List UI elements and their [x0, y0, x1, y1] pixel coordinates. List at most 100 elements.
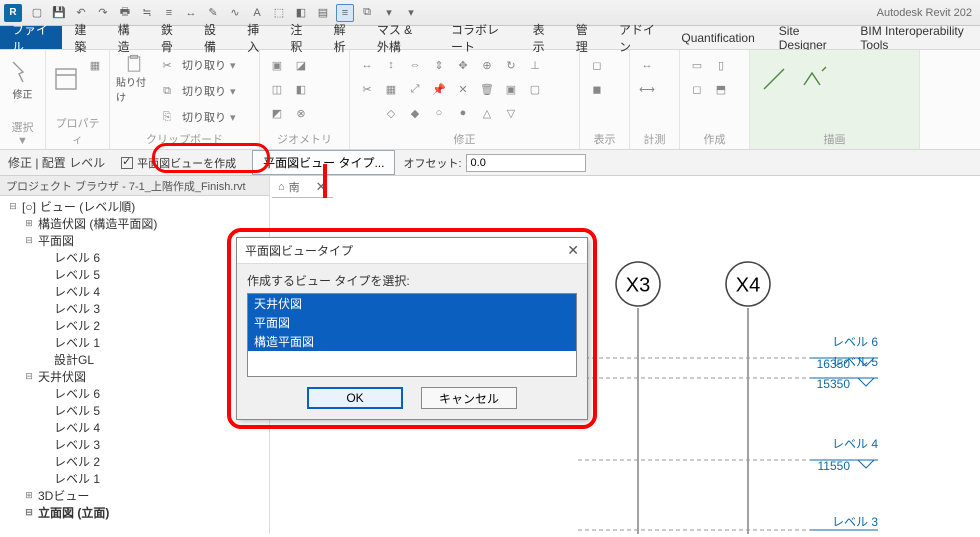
tab-structure[interactable]: 構造 — [106, 26, 149, 49]
qat-print-icon[interactable]: 🖶 — [116, 4, 134, 22]
misc3-icon[interactable]: ○ — [428, 102, 450, 124]
view-tab-label[interactable]: 南 — [289, 179, 300, 195]
dialog-ok-button[interactable]: OK — [307, 387, 403, 409]
create1-icon[interactable]: ▭ — [686, 54, 708, 76]
tab-analyze[interactable]: 解析 — [322, 26, 365, 49]
rotate-icon[interactable]: ↻ — [500, 54, 522, 76]
tab-steel[interactable]: 鉄骨 — [149, 26, 192, 49]
qat-undo-icon[interactable]: ↶ — [72, 4, 90, 22]
tree-ceil-l3[interactable]: レベル 3 — [40, 436, 265, 453]
qat-section-icon[interactable]: ◧ — [292, 4, 310, 22]
copy-tool-icon[interactable]: ⊕ — [476, 54, 498, 76]
align-icon[interactable]: ↔ — [356, 54, 378, 76]
level-4-line[interactable]: レベル 4 11550 — [578, 437, 878, 473]
dialog-close-icon[interactable]: ✕ — [567, 242, 579, 259]
qat-redo-icon[interactable]: ↷ — [94, 4, 112, 22]
qat-3d-icon[interactable]: ⬚ — [270, 4, 288, 22]
tree-ceil-l1[interactable]: レベル 1 — [40, 470, 265, 487]
qat-dim-icon[interactable]: ↔ — [182, 4, 200, 22]
level-5-line[interactable]: レベル 5 15350 — [578, 355, 878, 391]
draw-line-button[interactable] — [756, 54, 792, 104]
tab-quantification[interactable]: Quantification — [669, 26, 766, 49]
match-icon[interactable]: ⎘ — [156, 106, 178, 128]
isolate-icon[interactable]: ◼ — [586, 78, 608, 100]
tab-annotate[interactable]: 注釈 — [278, 26, 321, 49]
qat-save-icon[interactable]: 💾 — [50, 4, 68, 22]
group-icon[interactable]: ▣ — [500, 78, 522, 100]
qat-close-hidden-icon[interactable]: ⧉ — [358, 4, 376, 22]
tab-massing[interactable]: マス & 外構 — [365, 26, 439, 49]
qat-curve-icon[interactable]: ∿ — [226, 4, 244, 22]
level-3-line[interactable]: レベル 3 — [578, 515, 878, 530]
scale-icon[interactable]: ⤢ — [404, 78, 426, 100]
type-props-icon[interactable]: ▦ — [84, 54, 106, 76]
paint-icon[interactable]: ◩ — [266, 102, 288, 124]
array-icon[interactable]: ▦ — [380, 78, 402, 100]
tab-manage[interactable]: 管理 — [564, 26, 607, 49]
mirror-draw-icon[interactable]: ⇕ — [428, 54, 450, 76]
tab-file[interactable]: ファイル — [0, 26, 62, 49]
dialog-cancel-button[interactable]: キャンセル — [421, 387, 517, 409]
tab-sitedesigner[interactable]: Site Designer — [767, 26, 849, 49]
misc1-icon[interactable]: ◇ — [380, 102, 402, 124]
tree-root-views[interactable]: ⊟[○] ビュー (レベル順) — [8, 198, 265, 215]
delete-icon[interactable]: 🗑 — [476, 78, 498, 100]
dialog-item-structural[interactable]: 構造平面図 — [248, 332, 576, 351]
create2-icon[interactable]: ▯ — [710, 54, 732, 76]
tree-3d[interactable]: ⊞3Dビュー — [24, 487, 265, 504]
create4-icon[interactable]: ⬒ — [710, 78, 732, 100]
qat-switch-win-icon[interactable]: ▾ — [380, 4, 398, 22]
misc2-icon[interactable]: ◆ — [404, 102, 426, 124]
tab-systems[interactable]: 設備 — [192, 26, 235, 49]
split-icon[interactable]: ✂ — [356, 78, 378, 100]
hide-icon[interactable]: ◻ — [586, 54, 608, 76]
modify-tool-button[interactable]: 修正 — [6, 54, 39, 104]
demolish-icon[interactable]: ⊗ — [290, 102, 312, 124]
offset-icon[interactable]: ↕ — [380, 54, 402, 76]
properties-button[interactable] — [52, 54, 80, 104]
tab-view[interactable]: 表示 — [521, 26, 564, 49]
qat-plan-icon[interactable]: ▤ — [314, 4, 332, 22]
offset-input[interactable] — [466, 154, 586, 172]
misc5-icon[interactable]: △ — [476, 102, 498, 124]
tab-architecture[interactable]: 建築 — [62, 26, 105, 49]
qat-customize-icon[interactable]: ▾ — [402, 4, 420, 22]
dialog-listbox[interactable]: 天井伏図 平面図 構造平面図 — [247, 293, 577, 377]
cut-icon[interactable]: ✂ — [156, 54, 178, 76]
qat-align-icon[interactable]: ≡ — [160, 4, 178, 22]
tree-ceil-l2[interactable]: レベル 2 — [40, 453, 265, 470]
misc6-icon[interactable]: ▽ — [500, 102, 522, 124]
dim-linear-icon[interactable]: ⟷ — [636, 78, 658, 100]
paste-button[interactable]: 貼り付け — [116, 54, 152, 104]
cut-geom-icon[interactable]: ◪ — [290, 54, 312, 76]
tab-collaborate[interactable]: コラボレート — [439, 26, 521, 49]
copy-icon[interactable]: ⧉ — [156, 80, 178, 102]
checkbox-icon[interactable] — [121, 157, 133, 169]
qat-trim-icon[interactable]: ✎ — [204, 4, 222, 22]
dialog-item-floor[interactable]: 平面図 — [248, 313, 576, 332]
home-icon[interactable]: ⌂ — [278, 181, 285, 193]
ungroup-icon[interactable]: ▢ — [524, 78, 546, 100]
qat-text-icon[interactable]: A — [248, 4, 266, 22]
tree-elevation[interactable]: ⊟立面図 (立面) — [24, 504, 265, 521]
unpin-icon[interactable]: ✕ — [452, 78, 474, 100]
trim-extend-icon[interactable]: ⊥ — [524, 54, 546, 76]
make-plan-view-checkbox[interactable]: 平面図ビューを作成 — [113, 152, 244, 174]
mirror-axis-icon[interactable]: ⇔ — [404, 54, 426, 76]
split-face-icon[interactable]: ◧ — [290, 78, 312, 100]
dialog-item-ceiling[interactable]: 天井伏図 — [248, 294, 576, 313]
tab-insert[interactable]: 挿入 — [235, 26, 278, 49]
create3-icon[interactable]: ◻ — [686, 78, 708, 100]
draw-pick-button[interactable] — [796, 54, 832, 104]
join-icon[interactable]: ◫ — [266, 78, 288, 100]
qat-thin-lines-icon[interactable]: ≡ — [336, 4, 354, 22]
pin-icon[interactable]: 📌 — [428, 78, 450, 100]
qat-measure-icon[interactable]: ≒ — [138, 4, 156, 22]
qat-open-icon[interactable]: ▢ — [28, 4, 46, 22]
misc4-icon[interactable]: ● — [452, 102, 474, 124]
cope-icon[interactable]: ▣ — [266, 54, 288, 76]
dim-aligned-icon[interactable]: ↔ — [636, 54, 658, 76]
tab-addins[interactable]: アドイン — [607, 26, 669, 49]
tab-bim-interop[interactable]: BIM Interoperability Tools — [848, 26, 980, 49]
move-icon[interactable]: ✥ — [452, 54, 474, 76]
